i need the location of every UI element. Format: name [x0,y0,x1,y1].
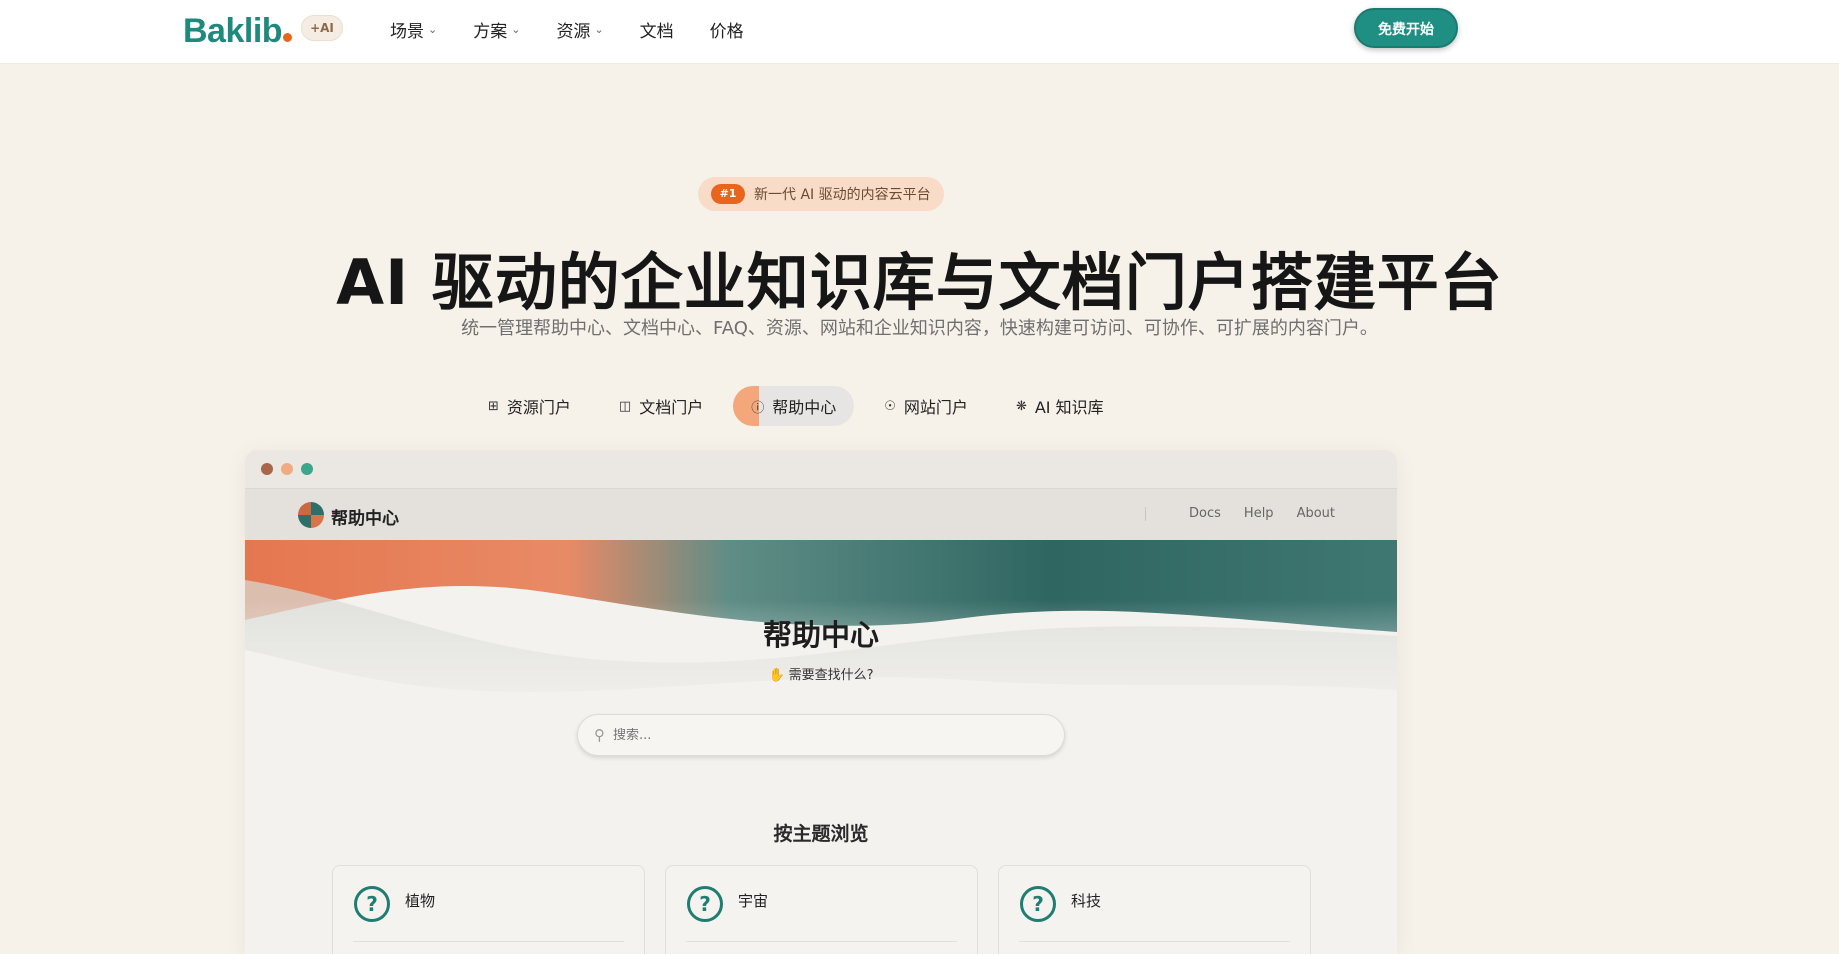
help-center-title: 帮助中心 [762,618,879,652]
question-icon: ? [1020,886,1056,922]
help-center-subtitle: ✋ 需要查找什么? [768,668,874,683]
site-name: 帮助中心 [331,509,399,529]
nav-item-resources[interactable]: 资源 ⌄ [556,17,603,42]
site-logo-icon [298,502,324,528]
browse-by-topic-heading: 按主题浏览 [773,823,869,845]
site-link-about[interactable]: About [1297,506,1335,521]
preview-window: 帮助中心 Docs Help About 帮助中心 ✋ 需要查找什么? ⚲ 搜索… [245,450,1397,954]
topic-card-title: 植物 [405,892,436,910]
search-input[interactable] [613,727,1013,743]
topic-card-technology[interactable]: ? 科技 [998,865,1311,954]
portal-tabs: ⊞ 资源门户 ◫ 文档门户 ⓘ 帮助中心 ☉ 网站门户 ❋ AI 知识库 [470,386,1134,426]
hero-title: AI 驱动的企业知识库与文档门户搭建平台 [336,246,1503,319]
site-link-help[interactable]: Help [1244,506,1274,521]
close-dot-icon [261,463,273,475]
window-titlebar [245,450,1397,488]
question-icon: ? [354,886,390,922]
free-start-button[interactable]: 免费开始 [1354,8,1458,48]
nav-item-pricing[interactable]: 价格 [710,17,744,42]
chevron-down-icon: ⌄ [594,23,604,36]
logo-dot [283,33,293,42]
help-banner: 帮助中心 ✋需要查找什么? ⚲ 按主题浏览 ? 植物 ? 宇宙 ? 科技 [245,540,1397,954]
question-icon: ? [687,886,723,922]
waving-hand-icon: ✋ [768,668,785,683]
topic-card-title: 科技 [1071,892,1102,910]
topic-card-plants[interactable]: ? 植物 [332,865,645,954]
sparkle-icon: ❋ [1015,398,1027,414]
chevron-down-icon: ⌄ [511,23,521,36]
nav-item-scenarios[interactable]: 场景 ⌄ [390,17,437,42]
topic-card-universe[interactable]: ? 宇宙 [665,865,978,954]
divider [1145,506,1147,521]
maximize-dot-icon [301,463,313,475]
announcement-text: 新一代 AI 驱动的内容云平台 [754,187,931,203]
rank-badge: #1 [711,184,745,204]
topic-cards: ? 植物 ? 宇宙 ? 科技 [332,865,1331,954]
preview-site-header: 帮助中心 Docs Help About [245,488,1397,540]
nav-item-solutions[interactable]: 方案 ⌄ [473,17,520,42]
top-navbar: Baklib +AI 场景 ⌄ 方案 ⌄ 资源 ⌄ 文档 价格 免费开始 [0,0,1839,64]
divider [353,941,624,942]
announcement-pill[interactable]: #1 新一代 AI 驱动的内容云平台 [698,177,944,211]
divider [1019,941,1290,942]
help-search-bar[interactable]: ⚲ [577,714,1065,756]
main-nav: 场景 ⌄ 方案 ⌄ 资源 ⌄ 文档 价格 [390,17,780,42]
minimize-dot-icon [281,463,293,475]
hero-subtitle: 统一管理帮助中心、文档中心、FAQ、资源、网站和企业知识内容，快速构建可访问、可… [461,318,1378,339]
search-icon: ⚲ [594,726,605,744]
topic-card-title: 宇宙 [738,892,769,910]
tab-resource-portal[interactable]: ⊞ 资源门户 [470,386,589,426]
tab-document-portal[interactable]: ◫ 文档门户 [601,386,721,426]
nav-item-docs[interactable]: 文档 [640,17,674,42]
ai-badge: +AI [301,15,343,41]
site-links: Docs Help About [1145,506,1335,521]
resource-icon: ⊞ [488,398,499,414]
divider [686,941,957,942]
tab-ai-knowledge-base[interactable]: ❋ AI 知识库 [998,386,1122,426]
site-link-docs[interactable]: Docs [1189,506,1221,521]
tab-help-center[interactable]: ⓘ 帮助中心 [733,386,855,426]
chevron-down-icon: ⌄ [428,23,438,36]
tab-website-portal[interactable]: ☉ 网站门户 [866,386,986,426]
help-icon: ⓘ [751,400,765,416]
document-icon: ◫ [618,398,632,414]
baklib-logo[interactable]: Baklib [183,12,293,51]
globe-icon: ☉ [884,398,896,414]
